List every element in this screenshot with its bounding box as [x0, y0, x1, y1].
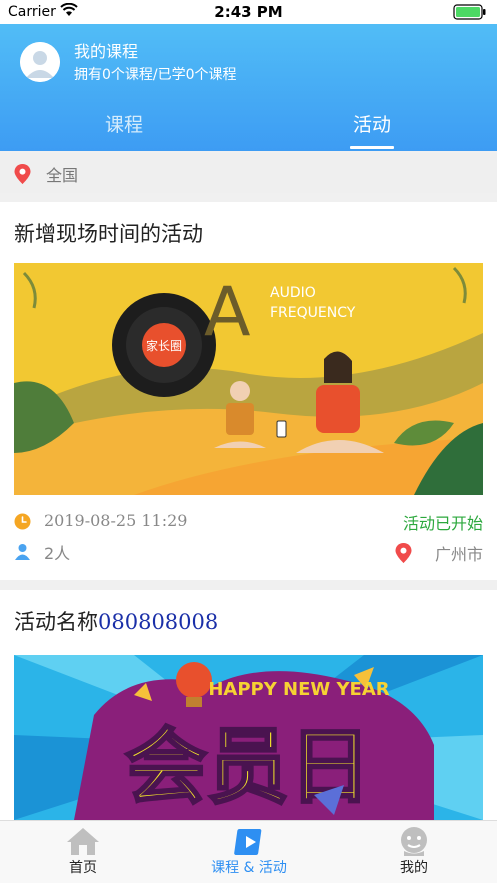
participant-count: 2人 — [44, 544, 71, 563]
home-icon — [67, 828, 99, 855]
tab-course[interactable]: 课程 — [0, 100, 248, 151]
battery-icon — [453, 4, 486, 20]
profile-face-icon — [401, 827, 427, 856]
activity-status: 活动已开始 — [402, 514, 483, 533]
status-bar: Carrier 2:43 PM — [0, 0, 497, 24]
tabbar-course-activity[interactable]: 课程 & 活动 — [166, 821, 332, 883]
tabbar-home-label: 首页 — [69, 860, 97, 876]
svg-text:AUDIO: AUDIO — [270, 285, 316, 301]
play-course-icon — [234, 829, 262, 855]
activity-card[interactable]: 活动名称080808008 HAPPY NEW YEAR 会员日 — [0, 590, 497, 820]
my-courses-title: 我的课程 — [74, 42, 139, 61]
tabbar-home[interactable]: 首页 — [0, 821, 166, 883]
user-summary[interactable]: 我的课程 拥有0个课程/已学0个课程 — [0, 24, 497, 96]
activity-cover-image[interactable]: 家长圈 A AUDIO FREQUENCY — [14, 263, 483, 495]
tabbar-course-label: 课程 & 活动 — [211, 860, 287, 876]
courses-stats: 拥有0个课程/已学0个课程 — [74, 67, 237, 83]
activity-title-prefix: 活动名称 — [14, 610, 98, 634]
activity-title: 新增现场时间的活动 — [14, 222, 203, 246]
svg-text:HAPPY NEW YEAR: HAPPY NEW YEAR — [208, 679, 389, 700]
activity-datetime: 2019-08-25 11:29 — [44, 511, 188, 530]
clock-icon — [14, 513, 31, 530]
person-icon — [15, 544, 30, 560]
segment-tabs: 课程 活动 — [0, 100, 497, 151]
tabbar-mine-label: 我的 — [400, 860, 428, 876]
app-header: Carrier 2:43 PM 我的课程 拥有0个课程/已学0个课程 课程 活动 — [0, 0, 497, 151]
location-filter[interactable]: 全国 — [0, 153, 497, 193]
svg-text:FREQUENCY: FREQUENCY — [270, 305, 356, 321]
location-pin-icon — [14, 164, 31, 184]
activity-card[interactable]: 新增现场时间的活动 家长圈 A AUDIO FREQUENCY 2019-08-… — [0, 202, 497, 580]
avatar[interactable] — [20, 42, 60, 82]
tab-indicator — [350, 146, 394, 149]
activity-cover-image[interactable]: HAPPY NEW YEAR 会员日 — [14, 655, 483, 820]
status-time: 2:43 PM — [214, 3, 283, 21]
activity-location: 广州市 — [393, 541, 483, 565]
avatar-icon — [20, 42, 60, 82]
activity-city: 广州市 — [434, 545, 483, 564]
activity-title-number: 080808008 — [98, 610, 219, 634]
bottom-tab-bar: 首页 课程 & 活动 我的 — [0, 820, 497, 883]
location-pin-icon — [395, 543, 412, 563]
svg-text:家长圈: 家长圈 — [146, 338, 182, 353]
tabbar-mine[interactable]: 我的 — [331, 821, 497, 883]
svg-text:A: A — [204, 273, 251, 352]
activity-title: 活动名称080808008 — [14, 606, 218, 636]
location-label: 全国 — [46, 166, 79, 185]
tab-activity[interactable]: 活动 — [248, 100, 496, 151]
